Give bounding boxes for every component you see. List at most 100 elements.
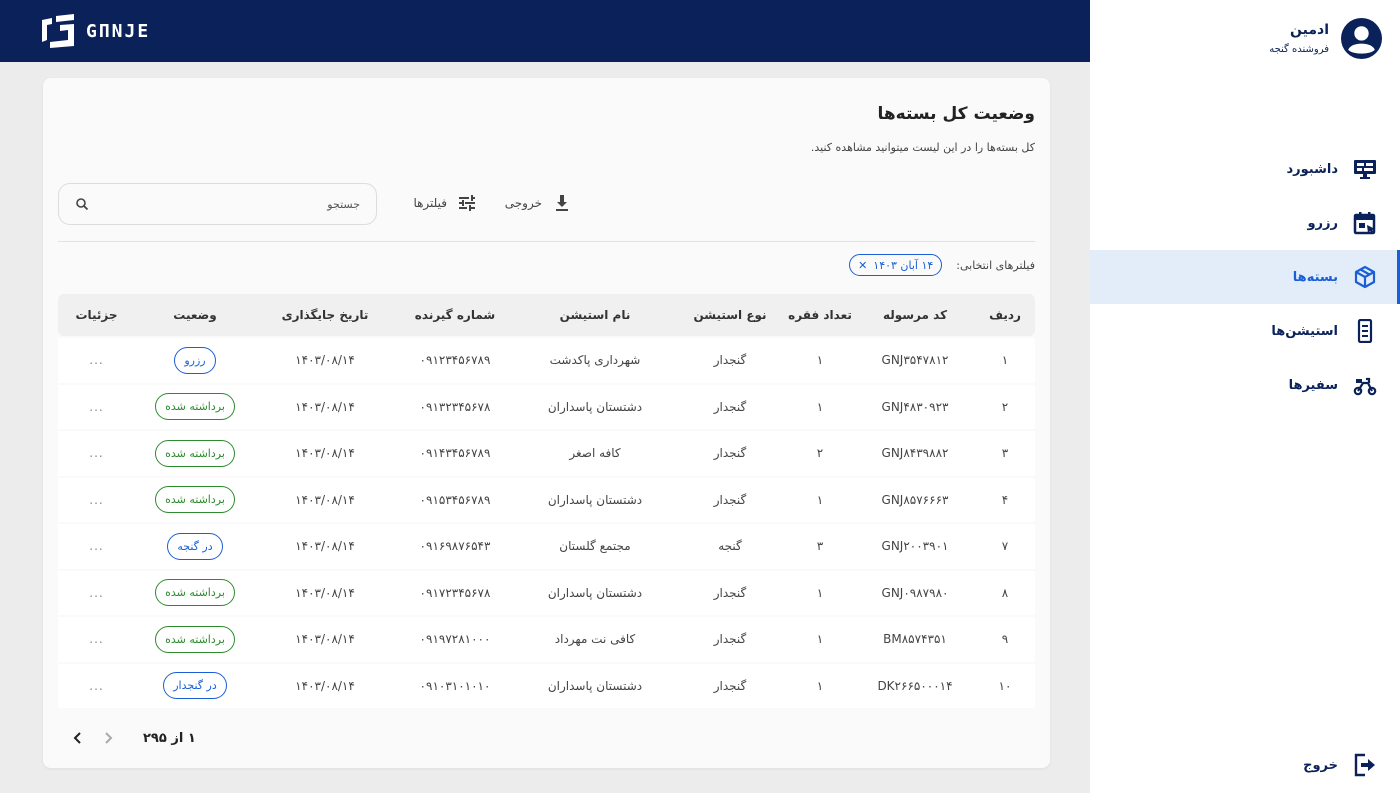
cell-station-type: گنجدار xyxy=(675,338,785,383)
page-indicator: ۱ از ۲۹۵ xyxy=(143,730,196,746)
download-icon xyxy=(556,195,568,211)
cell-row-number: ۱ xyxy=(975,338,1035,383)
header-station-type[interactable]: نوع استیشن xyxy=(675,294,785,336)
next-page-button[interactable] xyxy=(63,726,93,750)
brand-logo[interactable]: GΠNJE xyxy=(38,12,150,50)
more-options-icon[interactable]: ... xyxy=(89,353,103,367)
cell-row-number: ۸ xyxy=(975,570,1035,615)
cell-placement-date: ۱۴۰۳/۰۸/۱۴ xyxy=(255,384,395,429)
cell-details: ... xyxy=(58,338,135,383)
table-row[interactable]: ۷ GNJ۲۰۰۳۹۰۱ ۳ گنجه مجتمع گلستان ۰۹۱۶۹۸۷۶۵۴۳ ۱… xyxy=(58,524,1035,569)
cell-status: در گنجدار xyxy=(135,663,255,708)
cell-row-number: ۴ xyxy=(975,477,1035,522)
cell-placement-date: ۱۴۰۳/۰۸/۱۴ xyxy=(255,617,395,662)
status-badge: رزرو xyxy=(174,346,216,374)
user-role: فروشنده گنجه xyxy=(1269,44,1329,55)
close-icon[interactable]: ✕ xyxy=(858,259,867,272)
cell-row-number: ۷ xyxy=(975,524,1035,569)
cell-shipment-code: GNJ۴۸۳۰۹۲۳ xyxy=(855,384,975,429)
table-row[interactable]: ۲ GNJ۴۸۳۰۹۲۳ ۱ گنجدار دشتستان پاسداران ۰۹۱۳۲۳… xyxy=(58,384,1035,429)
cell-row-number: ۱۰ xyxy=(975,663,1035,708)
cell-recipient-phone: ۰۹۱۰۳۱۰۱۰۱۰ xyxy=(395,663,515,708)
sidebar-item-stations[interactable]: استیشن‌ها xyxy=(1090,304,1400,358)
filter-chip-label: ۱۴ آبان ۱۴۰۳ xyxy=(873,258,934,272)
header-shipment-code[interactable]: کد مرسوله xyxy=(855,294,975,336)
cell-recipient-phone: ۰۹۱۵۳۴۵۶۷۸۹ xyxy=(395,477,515,522)
cell-details: ... xyxy=(58,663,135,708)
cell-item-count: ۱ xyxy=(785,338,855,383)
sidebar-item-dashboard[interactable]: داشبورد xyxy=(1090,142,1400,196)
cell-station-type: گنجدار xyxy=(675,570,785,615)
cell-shipment-code: GNJ۸۴۳۹۸۸۲ xyxy=(855,431,975,476)
cell-recipient-phone: ۰۹۱۲۳۴۵۶۷۸۹ xyxy=(395,338,515,383)
cell-details: ... xyxy=(58,570,135,615)
logout-button[interactable]: خروج xyxy=(1303,752,1378,778)
cell-recipient-phone: ۰۹۱۹۷۲۸۱۰۰۰ xyxy=(395,617,515,662)
status-badge: برداشته شده xyxy=(155,625,235,653)
previous-page-button[interactable] xyxy=(93,726,123,750)
cell-shipment-code: GNJ۳۵۴۷۸۱۲ xyxy=(855,338,975,383)
header-row-number[interactable]: ردیف xyxy=(975,294,1035,336)
filters-button[interactable]: فیلترها xyxy=(413,193,477,213)
sidebar-item-label: سفیرها xyxy=(1288,377,1338,393)
status-badge: در گنجه xyxy=(167,532,223,560)
status-badge: برداشته شده xyxy=(155,393,235,421)
package-icon xyxy=(1352,264,1378,290)
cell-item-count: ۱ xyxy=(785,663,855,708)
sidebar-item-label: بسته‌ها xyxy=(1292,269,1338,285)
search-input[interactable] xyxy=(89,197,360,211)
cell-station-name: دشتستان پاسداران xyxy=(515,570,675,615)
sidebar-item-couriers[interactable]: سفیرها xyxy=(1090,358,1400,412)
cell-item-count: ۱ xyxy=(785,617,855,662)
sidebar: ادمین فروشنده گنجه داشبورد رزرو بسته‌ها xyxy=(1090,0,1400,793)
header-item-count[interactable]: تعداد فقره xyxy=(785,294,855,336)
header-station-name[interactable]: نام استیشن xyxy=(515,294,675,336)
status-badge: برداشته شده xyxy=(155,486,235,514)
more-options-icon[interactable]: ... xyxy=(89,539,103,553)
header-recipient-phone[interactable]: شماره گیرنده xyxy=(395,294,515,336)
cell-station-name: مجتمع گلستان xyxy=(515,524,675,569)
search-icon[interactable] xyxy=(75,197,89,211)
cell-recipient-phone: ۰۹۱۶۹۸۷۶۵۴۳ xyxy=(395,524,515,569)
cell-row-number: ۲ xyxy=(975,384,1035,429)
more-options-icon[interactable]: ... xyxy=(89,446,103,460)
table-row[interactable]: ۱۰ DK۲۶۶۵۰۰۰۱۴ ۱ گنجدار دشتستان پاسداران ۰۹۱۰… xyxy=(58,663,1035,708)
user-profile[interactable]: ادمین فروشنده گنجه xyxy=(1269,18,1382,59)
cell-row-number: ۹ xyxy=(975,617,1035,662)
more-options-icon[interactable]: ... xyxy=(89,400,103,414)
cell-item-count: ۱ xyxy=(785,384,855,429)
more-options-icon[interactable]: ... xyxy=(89,586,103,600)
sidebar-item-label: استیشن‌ها xyxy=(1271,323,1338,339)
header-placement-date[interactable]: تاریخ جایگذاری xyxy=(255,294,395,336)
cell-station-name: کافه اصغر xyxy=(515,431,675,476)
cell-recipient-phone: ۰۹۱۳۲۳۴۵۶۷۸ xyxy=(395,384,515,429)
more-options-icon[interactable]: ... xyxy=(89,679,103,693)
header-status[interactable]: وضعیت xyxy=(135,294,255,336)
cell-status: رزرو xyxy=(135,338,255,383)
more-options-icon[interactable]: ... xyxy=(89,493,103,507)
cell-shipment-code: BM۸۵۷۴۳۵۱ xyxy=(855,617,975,662)
table-row[interactable]: ۳ GNJ۸۴۳۹۸۸۲ ۲ گنجدار کافه اصغر ۰۹۱۴۳۴۵۶۷۸۹ ۱۴… xyxy=(58,431,1035,476)
table-row[interactable]: ۱ GNJ۳۵۴۷۸۱۲ ۱ گنجدار شهرداری پاکدشت ۰۹۱۲۳۴۵۶… xyxy=(58,338,1035,383)
avatar-icon xyxy=(1341,18,1382,59)
cell-placement-date: ۱۴۰۳/۰۸/۱۴ xyxy=(255,570,395,615)
export-button[interactable]: خروجی xyxy=(505,193,572,213)
sidebar-item-packages[interactable]: بسته‌ها xyxy=(1090,250,1400,304)
sidebar-item-label: داشبورد xyxy=(1286,161,1338,177)
status-badge: برداشته شده xyxy=(155,579,235,607)
active-filters-label: فیلترهای انتخابی: xyxy=(956,258,1035,272)
cell-shipment-code: GNJ۸۵۷۶۶۶۳ xyxy=(855,477,975,522)
page-title: وضعیت کل بسته‌ها xyxy=(877,104,1035,124)
table-row[interactable]: ۴ GNJ۸۵۷۶۶۶۳ ۱ گنجدار دشتستان پاسداران ۰۹۱۵۳۴… xyxy=(58,477,1035,522)
brand-name: GΠNJE xyxy=(86,20,151,42)
cell-details: ... xyxy=(58,384,135,429)
more-options-icon[interactable]: ... xyxy=(89,632,103,646)
cell-station-type: گنجدار xyxy=(675,617,785,662)
table-row[interactable]: ۹ BM۸۵۷۴۳۵۱ ۱ گنجدار کافی نت مهرداد ۰۹۱۹۷۲۸۱۰… xyxy=(58,617,1035,662)
cell-placement-date: ۱۴۰۳/۰۸/۱۴ xyxy=(255,524,395,569)
sidebar-item-reservation[interactable]: رزرو xyxy=(1090,196,1400,250)
filter-chip[interactable]: ۱۴ آبان ۱۴۰۳ ✕ xyxy=(849,254,943,276)
cell-status: برداشته شده xyxy=(135,570,255,615)
cell-station-name: دشتستان پاسداران xyxy=(515,384,675,429)
table-row[interactable]: ۸ GNJ۰۹۸۷۹۸۰ ۱ گنجدار دشتستان پاسداران ۰۹۱۷۲۳… xyxy=(58,570,1035,615)
